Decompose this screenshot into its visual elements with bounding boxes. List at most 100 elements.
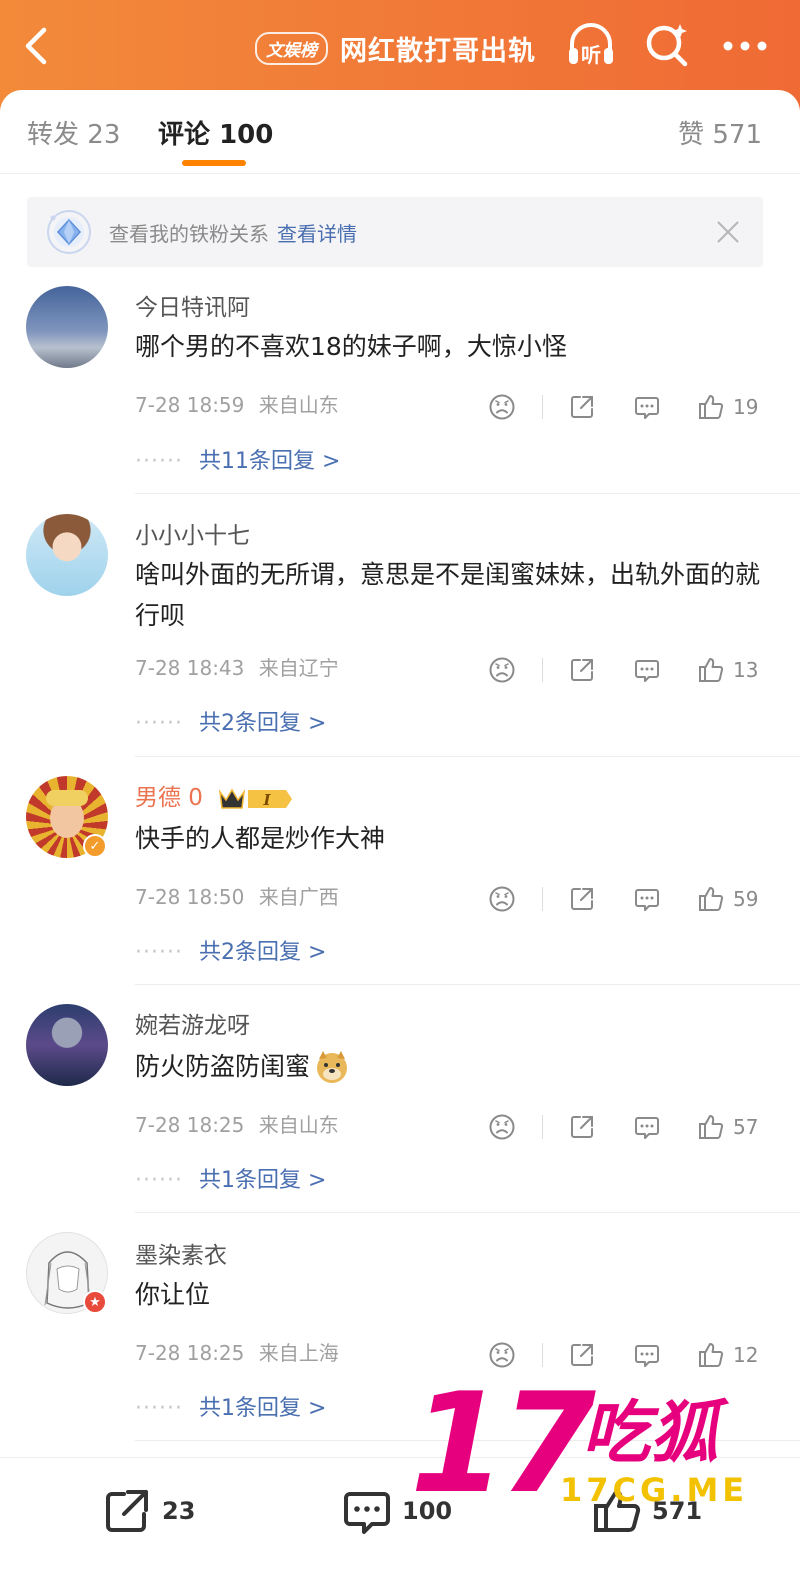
like-count: 59 (733, 887, 759, 911)
reply-icon (635, 1345, 659, 1367)
comment-divider (135, 1212, 800, 1213)
comment-meta: 7-28 18:43 来自辽宁 (135, 652, 339, 681)
verified-badge: ✓ (83, 834, 107, 858)
view-replies-link[interactable]: ······ 共1条回复 > (135, 1162, 326, 1194)
share-icon (571, 659, 593, 681)
comment-meta: 7-28 18:25 来自山东 (135, 1109, 339, 1138)
share-button[interactable] (568, 392, 596, 422)
view-replies-link[interactable]: ······ 共11条回复 > (135, 443, 340, 475)
view-replies-link[interactable]: ······ 共2条回复 > (135, 705, 326, 737)
doge-emoji-icon (317, 1050, 348, 1083)
share-icon (571, 1344, 593, 1366)
dislike-button[interactable] (488, 1340, 516, 1370)
bottom-repost-button[interactable]: 23 (102, 1486, 195, 1536)
tab-like-label: 赞 (678, 120, 705, 150)
tab-bar: 转发 23 评论 100 赞 571 (0, 90, 800, 174)
reply-dots: ······ (135, 711, 183, 736)
thumbs-up-icon (699, 1343, 724, 1367)
share-button[interactable] (568, 1340, 596, 1370)
sad-face-icon (489, 886, 515, 912)
fan-relation-banner: 查看我的铁粉关系 查看详情 (27, 197, 763, 267)
thumbs-up-icon (699, 658, 724, 682)
comment-username-row: 男德 0 I (135, 778, 293, 812)
like-button[interactable]: 12 (697, 1340, 758, 1370)
like-button[interactable]: 57 (697, 1112, 758, 1142)
avatar[interactable] (26, 286, 108, 368)
like-count: 19 (733, 395, 759, 419)
reply-button[interactable] (633, 1340, 661, 1370)
headphones-icon[interactable]: 听 (566, 20, 616, 70)
dislike-button[interactable] (488, 392, 516, 422)
comment-text: 你让位 (135, 1280, 211, 1309)
action-separator (542, 395, 543, 419)
tab-like[interactable]: 赞 571 (678, 114, 762, 151)
dislike-button[interactable] (488, 655, 516, 685)
tab-repost-label: 转发 (27, 120, 80, 150)
like-count: 12 (733, 1343, 759, 1367)
comment-text-row: 防火防盗防闺蜜 (135, 1046, 765, 1087)
view-details-link[interactable]: 查看详情 (277, 218, 357, 247)
reply-button[interactable] (633, 655, 661, 685)
comment-location: 来自广西 (258, 885, 339, 909)
reply-button[interactable] (633, 1112, 661, 1142)
like-count: 57 (733, 1115, 759, 1139)
share-icon (571, 1116, 593, 1138)
comment-username[interactable]: 小小小十七 (135, 516, 250, 550)
bottom-repost-count: 23 (162, 1497, 196, 1525)
tab-comment-label: 评论 (158, 120, 211, 150)
more-options-icon[interactable] (722, 40, 768, 52)
comment-location: 来自上海 (258, 1341, 339, 1365)
action-separator (542, 1343, 543, 1367)
reply-icon (635, 660, 659, 682)
comment-divider (135, 984, 800, 985)
avatar[interactable] (26, 514, 108, 596)
back-arrow-icon[interactable] (18, 24, 58, 68)
comment-meta: 7-28 18:59 来自山东 (135, 389, 339, 418)
bottom-like-button[interactable]: 571 (592, 1486, 702, 1536)
share-button[interactable] (568, 655, 596, 685)
share-icon (571, 396, 593, 418)
reply-icon (635, 889, 659, 911)
share-button[interactable] (568, 884, 596, 914)
reply-icon (635, 1117, 659, 1139)
vip-crown-icon[interactable]: I (218, 786, 293, 812)
listen-label: 听 (581, 43, 601, 67)
avatar[interactable] (26, 1004, 108, 1086)
like-button[interactable]: 19 (697, 392, 758, 422)
comment-meta: 7-28 18:50 来自广西 (135, 881, 339, 910)
dislike-button[interactable] (488, 884, 516, 914)
comment-username[interactable]: 今日特讯阿 (135, 288, 250, 322)
view-replies-link[interactable]: ······ 共1条回复 > (135, 1390, 326, 1422)
like-button[interactable]: 13 (697, 655, 758, 685)
topic-badge: 文娱榜 (255, 31, 328, 65)
comment-divider (135, 756, 800, 757)
comment-location: 来自山东 (258, 1113, 339, 1137)
close-icon[interactable] (715, 219, 741, 245)
reply-icon (635, 397, 659, 419)
replies-count-text: 共2条回复 > (198, 940, 327, 965)
replies-count-text: 共1条回复 > (198, 1396, 327, 1421)
like-button[interactable]: 59 (697, 884, 758, 914)
share-icon (571, 888, 593, 910)
share-button[interactable] (568, 1112, 596, 1142)
reply-button[interactable] (633, 392, 661, 422)
dislike-button[interactable] (488, 1112, 516, 1142)
comment-username[interactable]: 墨染素衣 (135, 1236, 227, 1270)
comment-divider (135, 493, 800, 494)
bottom-comment-button[interactable]: 100 (342, 1486, 452, 1536)
topic-header[interactable]: 文娱榜 网红散打哥出轨 (255, 28, 536, 68)
comment-location: 来自辽宁 (258, 656, 339, 680)
reply-dots: ······ (135, 1168, 183, 1193)
reply-button[interactable] (633, 884, 661, 914)
comment-icon (344, 1492, 390, 1534)
search-icon[interactable] (644, 22, 690, 68)
reply-dots: ······ (135, 1396, 183, 1421)
comment-text: 哪个男的不喜欢18的妹子啊，大惊小怪 (135, 332, 567, 361)
sad-face-icon (489, 1114, 515, 1140)
comment-time: 7-28 18:43 (135, 656, 245, 680)
comment-text: 防火防盗防闺蜜 (135, 1052, 311, 1081)
comment-username[interactable]: 男德 0 (135, 785, 203, 811)
comment-username[interactable]: 婉若游龙呀 (135, 1006, 250, 1040)
tab-repost[interactable]: 转发 23 (27, 114, 120, 151)
view-replies-link[interactable]: ······ 共2条回复 > (135, 934, 326, 966)
